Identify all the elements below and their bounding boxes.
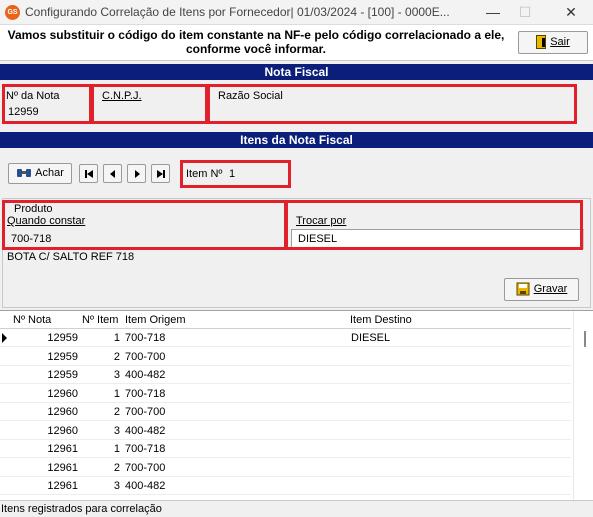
highlight-trocar-por [285, 200, 583, 250]
status-bar: Itens registrados para correlação [0, 500, 593, 517]
nota-fiscal-header: Nota Fiscal [0, 64, 593, 80]
cell-nota: 12959 [47, 369, 78, 381]
cell-nota: 12960 [47, 424, 78, 437]
cell-origem: 700-718 [125, 332, 166, 344]
binoculars-icon [17, 169, 32, 178]
cell-item: 1 [113, 332, 120, 344]
instruction-bar: Vamos substituir o código do item consta… [0, 25, 593, 61]
instruction-line-2: conforme você informar. [185, 42, 327, 56]
table-row[interactable]: 12960 3 400-482 [0, 422, 571, 440]
previous-record-button[interactable] [103, 164, 122, 183]
column-header-destino[interactable]: Item Destino [350, 314, 412, 326]
instruction-text: Vamos substituir o código do item consta… [2, 28, 510, 56]
current-row-indicator-icon [2, 333, 7, 343]
itens-header: Itens da Nota Fiscal [0, 132, 593, 148]
table-row[interactable]: 12961 2 700-700 [0, 459, 571, 477]
column-header-nota[interactable]: Nº Nota [13, 314, 51, 326]
table-row[interactable]: 12960 1 700-718 [0, 385, 571, 403]
table-row[interactable]: 12959 2 700-700 [0, 348, 571, 366]
previous-record-icon [110, 170, 115, 178]
cell-item: 3 [113, 369, 120, 381]
next-record-button[interactable] [127, 164, 146, 183]
close-button[interactable]: ✕ [551, 0, 591, 24]
instruction-line-1: Vamos substituir o código do item consta… [7, 28, 505, 42]
cell-origem: 700-700 [125, 350, 166, 363]
cell-origem: 700-718 [125, 443, 166, 455]
cell-item: 1 [113, 443, 120, 455]
scrollbar-thumb[interactable] [584, 331, 586, 347]
last-record-icon [157, 170, 165, 178]
cell-nota: 12959 [47, 332, 78, 344]
cell-item: 2 [113, 406, 120, 418]
cell-item: 2 [113, 350, 120, 363]
first-record-icon [85, 170, 93, 178]
highlight-numero-nota [2, 84, 92, 124]
cell-nota: 12961 [47, 480, 78, 492]
cell-nota: 12959 [47, 350, 78, 363]
produto-description: BOTA C/ SALTO REF 718 [7, 251, 135, 263]
cell-item: 3 [113, 480, 120, 492]
column-header-origem[interactable]: Item Origem [125, 314, 186, 326]
next-record-icon [135, 170, 140, 178]
table-row[interactable]: 12959 3 400-482 [0, 366, 571, 384]
highlight-cnpj [91, 84, 208, 124]
table-row[interactable]: 12961 1 700-718 [0, 440, 571, 458]
maximize-button[interactable]: ☐ [505, 0, 545, 24]
sair-label: Sair [550, 36, 570, 49]
highlight-item-numero [180, 160, 291, 188]
title-bar: GS Configurando Correlação de Itens por … [0, 0, 593, 25]
cell-nota: 12961 [47, 461, 78, 474]
cell-origem: 400-482 [125, 369, 166, 381]
column-header-item[interactable]: Nº Item [82, 314, 118, 326]
window-title: Configurando Correlação de Itens por For… [25, 5, 450, 19]
cell-destino: DIESEL [351, 332, 391, 344]
cell-origem: 400-482 [125, 424, 166, 437]
cell-origem: 700-700 [125, 406, 166, 418]
table-row[interactable]: 12960 2 700-700 [0, 403, 571, 421]
cell-item: 1 [113, 387, 120, 400]
table-row[interactable]: 12959 1 700-718 DIESEL [0, 329, 571, 347]
cell-origem: 700-700 [125, 461, 166, 474]
exit-door-icon [536, 35, 547, 50]
last-record-button[interactable] [151, 164, 170, 183]
achar-label: Achar [35, 167, 64, 180]
itens-toolbar: Achar Item Nº 1 [0, 149, 593, 196]
grid-scrollbar[interactable] [573, 311, 593, 500]
save-icon [516, 282, 530, 296]
first-record-button[interactable] [79, 164, 98, 183]
table-row[interactable]: 12961 3 400-482 [0, 477, 571, 495]
cell-origem: 400-482 [125, 480, 166, 492]
cell-nota: 12960 [47, 387, 78, 400]
highlight-razao-social [207, 84, 577, 124]
grid-header: Nº Nota Nº Item Item Origem Item Destino [0, 311, 571, 329]
app-logo-icon: GS [5, 5, 20, 20]
cell-item: 2 [113, 461, 120, 474]
achar-button[interactable]: Achar [8, 163, 72, 184]
gravar-button[interactable]: Gravar [504, 278, 579, 301]
correlation-grid[interactable]: Nº Nota Nº Item Item Origem Item Destino… [0, 310, 593, 500]
cell-nota: 12961 [47, 443, 78, 455]
highlight-quando-constar [2, 200, 287, 250]
sair-button[interactable]: Sair [518, 31, 588, 54]
cell-item: 3 [113, 424, 120, 437]
cell-nota: 12960 [47, 406, 78, 418]
gravar-label: Gravar [533, 283, 568, 296]
cell-origem: 700-718 [125, 387, 166, 400]
